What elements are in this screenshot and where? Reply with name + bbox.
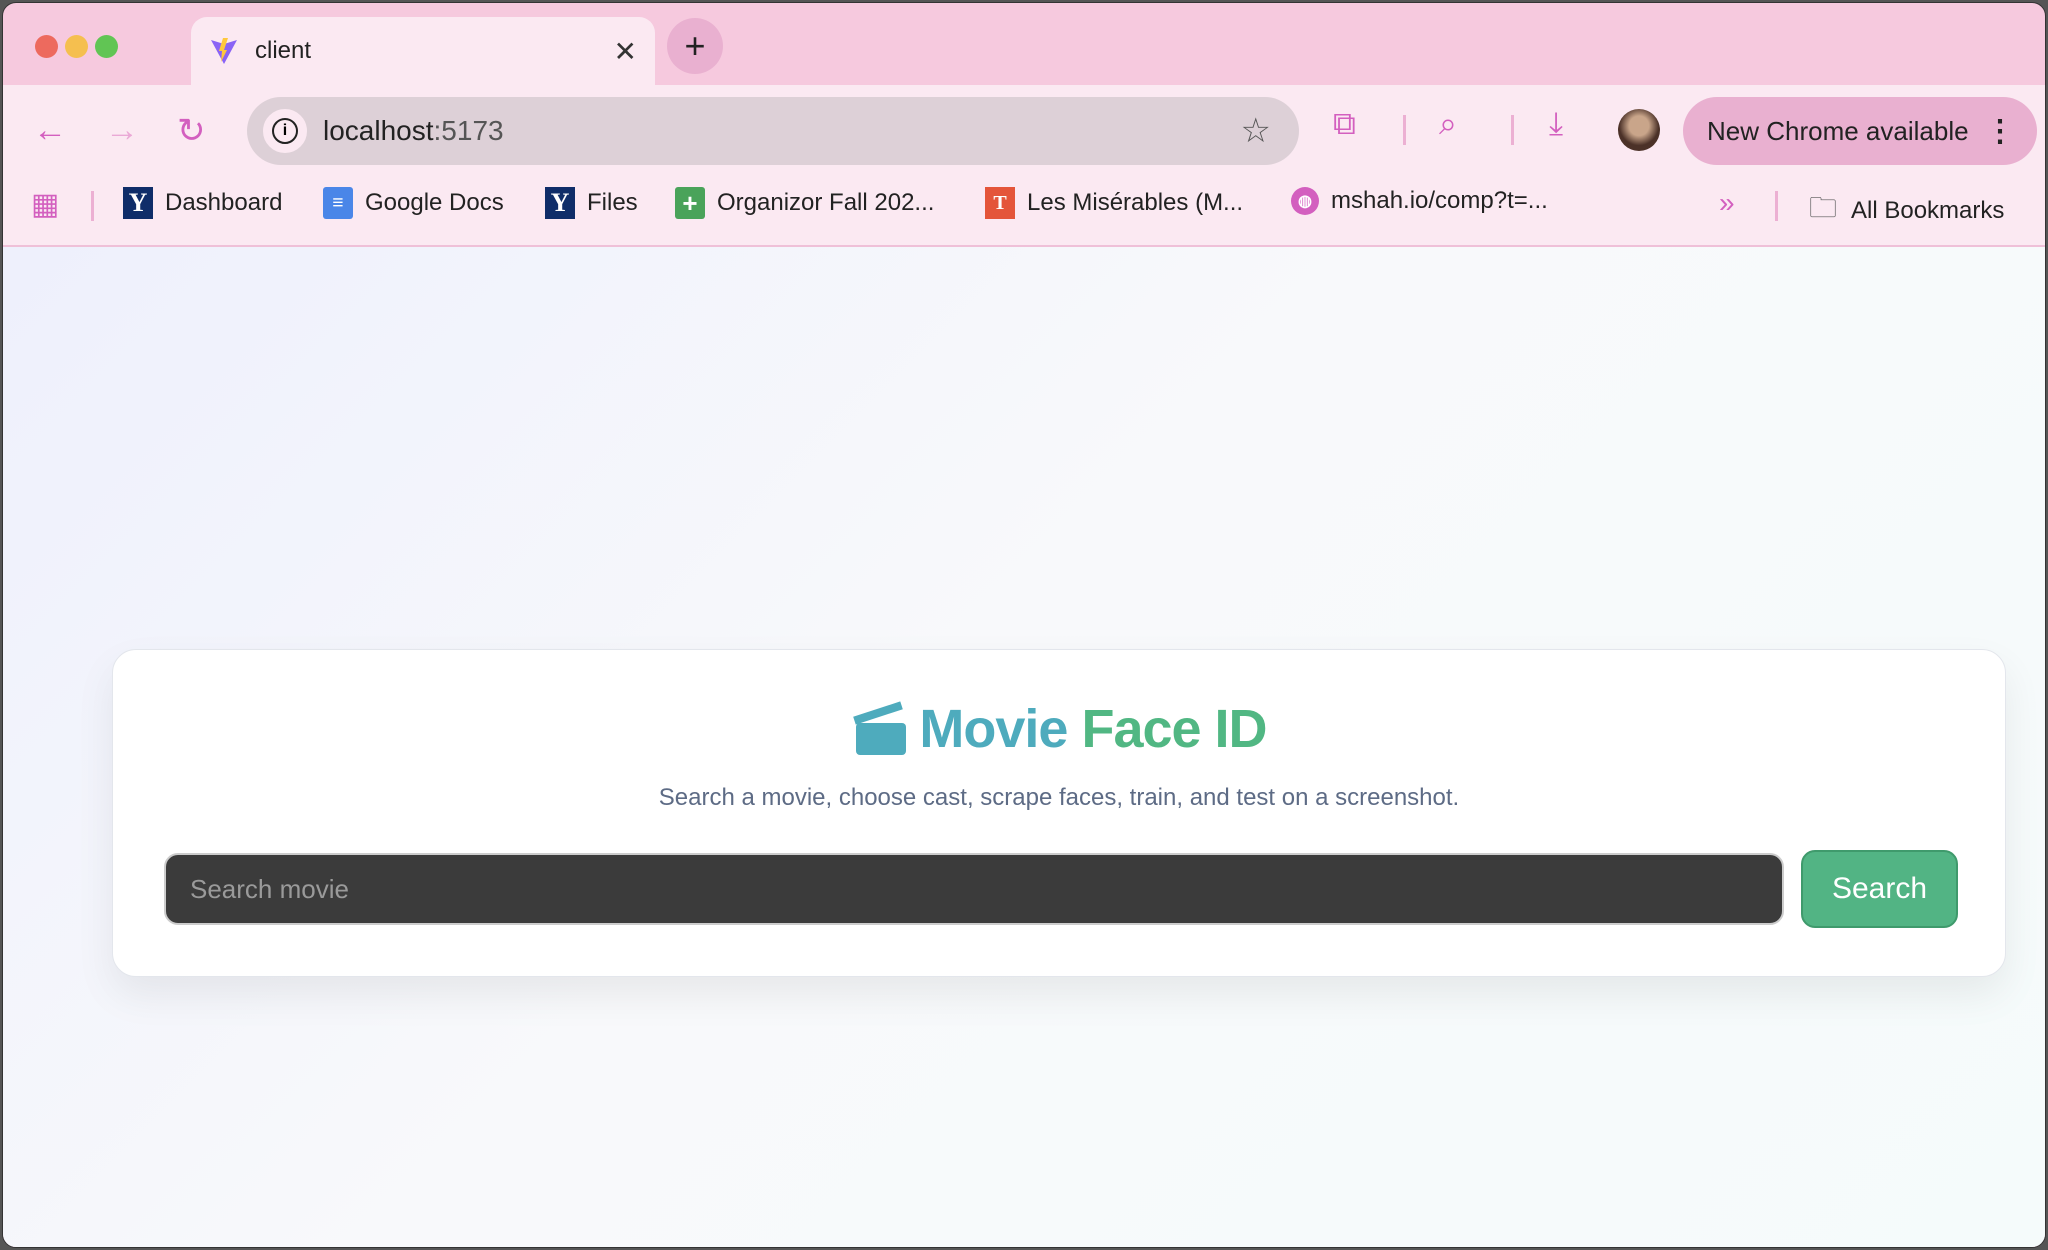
bookmark-label: Files [587, 189, 638, 216]
all-bookmarks-button[interactable]: 🗀 All Bookmarks [1809, 187, 2004, 235]
bookmark-dashboard[interactable]: Y Dashboard [123, 187, 282, 219]
folder-icon: 🗀 [1809, 192, 1838, 223]
bookmark-google-docs[interactable]: ≡ Google Docs [323, 187, 504, 219]
globe-icon: ◍ [1291, 187, 1319, 215]
more-bookmarks-icon[interactable]: » [1719, 187, 1735, 219]
extensions-icon[interactable]: ⧉ [1333, 105, 1356, 143]
url-port: :5173 [433, 115, 504, 146]
tab-bar: client ✕ + [3, 3, 2045, 85]
search-button[interactable]: Search [1801, 850, 1958, 928]
vite-icon [211, 38, 237, 64]
close-window-button[interactable] [35, 35, 58, 58]
bookmarks-bar: ▦ Y Dashboard ≡ Google Docs Y Files + Organi… [3, 167, 2045, 245]
yale-y-icon: Y [545, 187, 575, 219]
title-movie: Movie [919, 699, 1068, 759]
toolbar: ← → ↻ i localhost:5173 ☆ ⧉ ⌕ ⤓ New Chrom… [3, 85, 2045, 245]
maximize-window-button[interactable] [95, 35, 118, 58]
tab-title: client [255, 37, 312, 64]
page-content: Movie Face ID Search a movie, choose cas… [3, 245, 2045, 1247]
all-bookmarks-label: All Bookmarks [1851, 197, 2005, 224]
bookmark-organizor[interactable]: + Organizor Fall 202... [675, 187, 934, 219]
bookmark-les-miserables[interactable]: T Les Misérables (M... [985, 187, 1243, 219]
divider [1511, 115, 1514, 145]
lens-icon[interactable]: ⌕ [1439, 105, 1457, 143]
url-text[interactable]: localhost:5173 [323, 115, 1241, 147]
bookmark-star-icon[interactable]: ☆ [1241, 111, 1271, 151]
bookmark-files[interactable]: Y Files [545, 187, 638, 219]
divider [1775, 191, 1778, 221]
bookmark-label: Google Docs [365, 189, 504, 216]
reload-icon[interactable]: ↻ [177, 111, 206, 151]
page-title: Movie Face ID [113, 698, 2005, 760]
document-icon: T [985, 187, 1015, 219]
tab-client[interactable]: client ✕ [191, 17, 655, 85]
site-info-icon[interactable]: i [263, 109, 307, 153]
profile-avatar[interactable] [1618, 109, 1660, 151]
search-movie-input[interactable] [164, 853, 1784, 925]
address-bar[interactable]: i localhost:5173 ☆ [247, 97, 1299, 165]
subtitle: Search a movie, choose cast, scrape face… [658, 784, 1460, 811]
clapperboard-icon [853, 701, 907, 755]
new-tab-button[interactable]: + [667, 18, 723, 74]
divider [1403, 115, 1406, 145]
apps-grid-icon[interactable]: ▦ [31, 187, 59, 222]
yale-y-icon: Y [123, 187, 153, 219]
bookmark-label: mshah.io/comp?t=... [1331, 187, 1548, 214]
divider [91, 191, 94, 221]
new-chrome-available-button[interactable]: New Chrome available ⋮ [1683, 97, 2037, 165]
google-docs-icon: ≡ [323, 187, 353, 219]
bookmark-mshah[interactable]: ◍ mshah.io/comp?t=... [1291, 187, 1548, 215]
browser-window: client ✕ + ← → ↻ i localhost:5173 ☆ ⧉ ⌕ … [2, 2, 2046, 1248]
bookmark-label: Les Misérables (M... [1027, 189, 1244, 216]
search-card: Movie Face ID Search a movie, choose cas… [112, 649, 2006, 977]
update-label: New Chrome available [1707, 115, 1969, 146]
title-face-id: Face ID [1081, 699, 1267, 759]
url-host: localhost [323, 115, 434, 146]
bookmark-label: Dashboard [165, 189, 283, 216]
download-icon[interactable]: ⤓ [1549, 105, 1563, 143]
bookmark-label: Organizor Fall 202... [717, 189, 935, 216]
close-tab-icon[interactable]: ✕ [614, 35, 637, 68]
back-icon[interactable]: ← [33, 111, 67, 150]
google-sheets-icon: + [675, 187, 705, 219]
forward-icon[interactable]: → [105, 111, 139, 150]
more-menu-icon[interactable]: ⋮ [1985, 114, 2015, 149]
minimize-window-button[interactable] [65, 35, 88, 58]
